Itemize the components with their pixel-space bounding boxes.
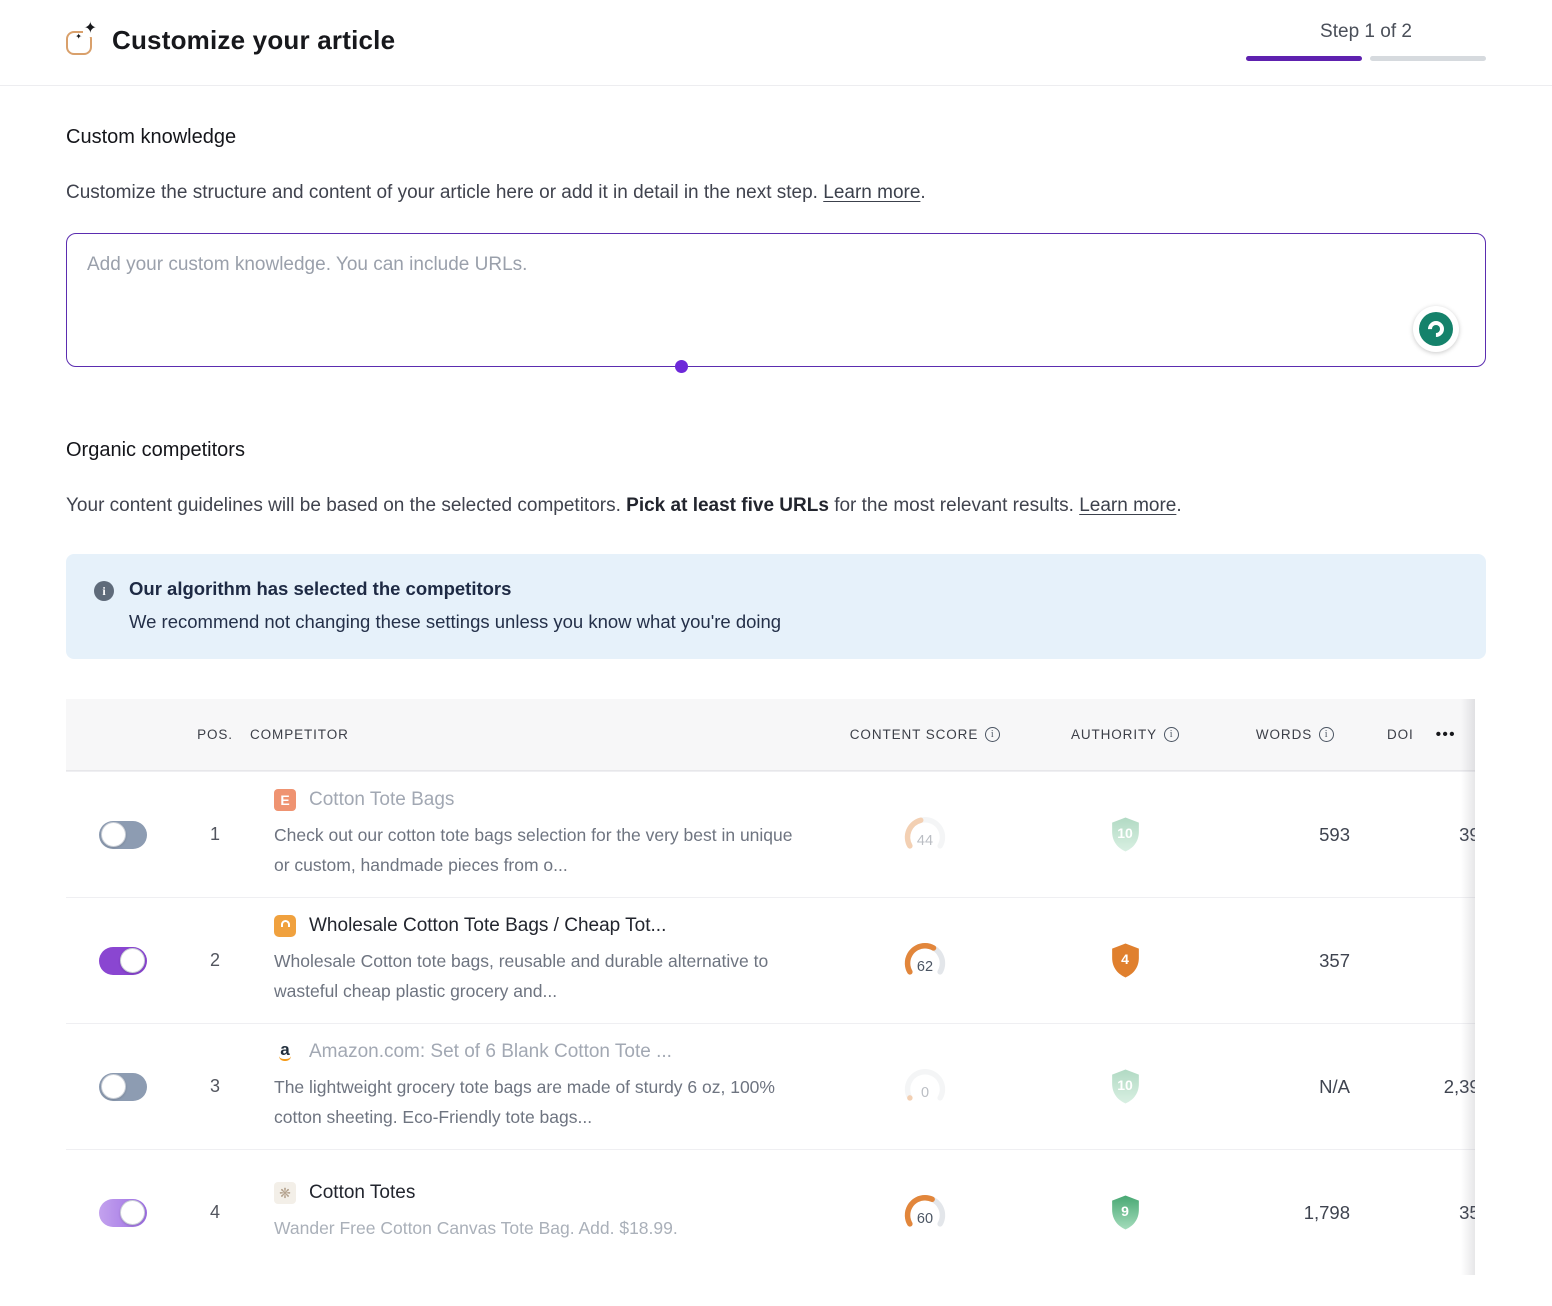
organic-competitors-learn-more-link[interactable]: Learn more	[1079, 495, 1176, 516]
table-row: 4 ❋ Cotton Totes Wander Free Cotton Canv…	[66, 1149, 1475, 1275]
words-value: 1,798	[1230, 1202, 1360, 1224]
competitor-title: Cotton Tote Bags	[309, 789, 454, 811]
column-header-authority: AUTHORITY i	[1020, 727, 1230, 742]
competitor-title: Cotton Totes	[309, 1182, 415, 1204]
content-score-gauge: 60	[901, 1191, 949, 1235]
position-value: 1	[180, 824, 250, 845]
step-bar-1	[1246, 56, 1362, 61]
content-score-gauge: 44	[901, 813, 949, 857]
top-bar: ✦ ✦ Customize your article Step 1 of 2	[0, 0, 1552, 86]
column-header-doi: DOI •••	[1360, 726, 1475, 743]
doi-label: DOI	[1387, 727, 1414, 742]
doi-value: 358	[1360, 1202, 1475, 1224]
table-row: 2 Wholesale Cotton Tote Bags / Cheap Tot…	[66, 897, 1475, 1023]
words-value: 593	[1230, 824, 1360, 846]
page-title: Customize your article	[112, 25, 395, 56]
position-value: 4	[180, 1202, 250, 1223]
oc-description-lead: Your content guidelines will be based on…	[66, 495, 621, 516]
info-banner-subtitle: We recommend not changing these settings…	[129, 611, 781, 633]
column-header-content-score: CONTENT SCORE i	[830, 727, 1020, 742]
authority-shield-icon: 9	[1109, 1194, 1142, 1231]
competitor-toggle[interactable]	[99, 1199, 147, 1227]
doi-value: 2,398	[1360, 1076, 1475, 1098]
step-indicator: Step 1 of 2	[1246, 21, 1486, 61]
content-score-gauge: 0	[901, 1065, 949, 1109]
step-bar-2	[1370, 56, 1486, 61]
authority-info-icon[interactable]: i	[1164, 727, 1179, 742]
custom-knowledge-description-text: Customize the structure and content of y…	[66, 182, 818, 203]
competitor-description: Wholesale Cotton tote bags, reusable and…	[274, 946, 804, 1006]
position-value: 3	[180, 1076, 250, 1097]
period: .	[920, 182, 925, 203]
content-score-gauge: 62	[901, 939, 949, 983]
authority-shield-icon: 4	[1109, 942, 1142, 979]
custom-knowledge-description: Customize the structure and content of y…	[66, 175, 1486, 211]
authority-value: 4	[1109, 951, 1142, 967]
doi-value: 397	[1360, 824, 1475, 846]
competitor-title: Amazon.com: Set of 6 Blank Cotton Tote .…	[309, 1041, 672, 1063]
content-score-info-icon[interactable]: i	[985, 727, 1000, 742]
grammarly-icon	[1419, 312, 1453, 346]
algorithm-info-banner: i Our algorithm has selected the competi…	[66, 554, 1486, 659]
content-score-value: 62	[901, 959, 949, 975]
competitor-description: Check out our cotton tote bags selection…	[274, 820, 804, 880]
custom-knowledge-box	[66, 233, 1486, 367]
table-header-row: POS. COMPETITOR CONTENT SCORE i AUTHORIT…	[66, 699, 1475, 771]
pattern-icon: ❋	[274, 1182, 296, 1204]
column-header-words: WORDS i	[1230, 727, 1360, 742]
content-score-value: 0	[901, 1085, 949, 1101]
content-score-value: 44	[901, 833, 949, 849]
authority-label: AUTHORITY	[1071, 727, 1157, 742]
shopping-bag-icon	[274, 915, 296, 937]
words-value: 357	[1230, 950, 1360, 972]
info-icon: i	[94, 581, 114, 601]
competitor-title: Wholesale Cotton Tote Bags / Cheap Tot..…	[309, 915, 666, 937]
etsy-icon: E	[274, 789, 296, 811]
competitor-toggle[interactable]	[99, 821, 147, 849]
competitor-toggle[interactable]	[99, 1073, 147, 1101]
customize-article-icon: ✦ ✦	[66, 27, 96, 55]
columns-more-menu-icon[interactable]: •••	[1436, 726, 1456, 743]
authority-shield-icon: 10	[1109, 1068, 1142, 1105]
words-value: N/A	[1230, 1076, 1360, 1098]
words-info-icon[interactable]: i	[1319, 727, 1334, 742]
custom-knowledge-learn-more-link[interactable]: Learn more	[823, 182, 920, 203]
competitor-description: The lightweight grocery tote bags are ma…	[274, 1072, 804, 1132]
content-score-value: 60	[901, 1211, 949, 1227]
position-value: 2	[180, 950, 250, 971]
content-score-label: CONTENT SCORE	[850, 727, 978, 742]
grammarly-button[interactable]	[1413, 306, 1459, 352]
organic-competitors-description: Your content guidelines will be based on…	[66, 488, 1486, 524]
oc-description-tail: for the most relevant results.	[834, 495, 1074, 516]
table-row: 3 a Amazon.com: Set of 6 Blank Cotton To…	[66, 1023, 1475, 1149]
custom-knowledge-input[interactable]	[67, 234, 1485, 366]
competitor-description: Wander Free Cotton Canvas Tote Bag. Add.…	[274, 1213, 804, 1243]
authority-value: 10	[1109, 1077, 1142, 1093]
authority-value: 9	[1109, 1203, 1142, 1219]
column-header-competitor: COMPETITOR	[250, 727, 830, 742]
competitors-table: POS. COMPETITOR CONTENT SCORE i AUTHORIT…	[66, 699, 1475, 1275]
custom-knowledge-heading: Custom knowledge	[66, 126, 1486, 149]
competitor-toggle[interactable]	[99, 947, 147, 975]
oc-description-emphasis: Pick at least five URLs	[626, 495, 829, 516]
words-label: WORDS	[1256, 727, 1312, 742]
resize-handle-dot[interactable]	[675, 360, 688, 373]
info-banner-title: Our algorithm has selected the competito…	[129, 578, 781, 600]
organic-competitors-heading: Organic competitors	[66, 439, 1486, 462]
amazon-icon: a	[274, 1041, 296, 1063]
period: .	[1176, 495, 1181, 516]
step-label: Step 1 of 2	[1320, 21, 1412, 43]
authority-shield-icon: 10	[1109, 816, 1142, 853]
column-header-pos: POS.	[180, 727, 250, 742]
authority-value: 10	[1109, 825, 1142, 841]
table-row: 1 E Cotton Tote Bags Check out our cotto…	[66, 771, 1475, 897]
